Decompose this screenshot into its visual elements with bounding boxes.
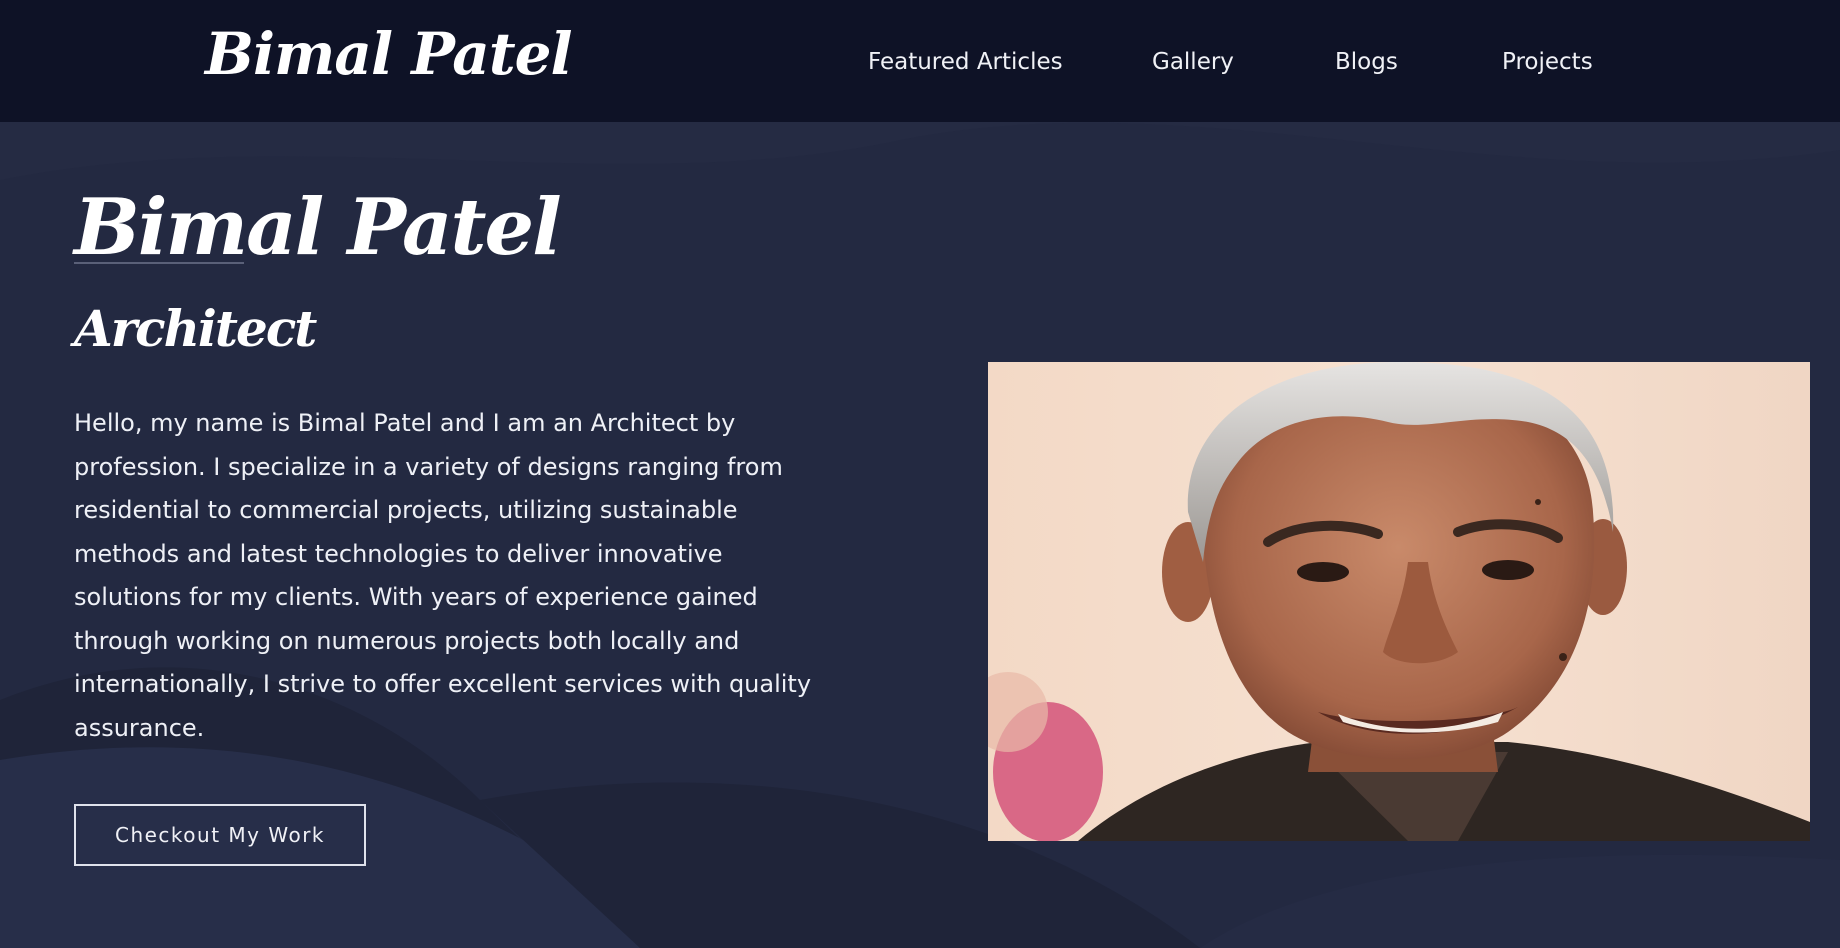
portrait-photo xyxy=(988,362,1810,841)
nav-featured-articles[interactable]: Featured Articles xyxy=(868,44,1063,80)
hero-section: Bimal Patel Architect Hello, my name is … xyxy=(0,122,1840,948)
main-nav: Featured Articles Gallery Blogs Projects xyxy=(0,44,1840,80)
hero-bio-text: Hello, my name is Bimal Patel and I am a… xyxy=(74,409,812,742)
portrait-illustration xyxy=(988,362,1810,841)
nav-gallery[interactable]: Gallery xyxy=(1152,44,1234,80)
hero-role-heading: Architect xyxy=(74,299,317,358)
checkout-my-work-button[interactable]: Checkout My Work xyxy=(74,804,366,866)
nav-projects[interactable]: Projects xyxy=(1502,44,1593,80)
top-navbar: Bimal Patel Featured Articles Gallery Bl… xyxy=(0,0,1840,122)
nav-blogs[interactable]: Blogs xyxy=(1335,44,1398,80)
name-underline-divider xyxy=(74,262,244,264)
